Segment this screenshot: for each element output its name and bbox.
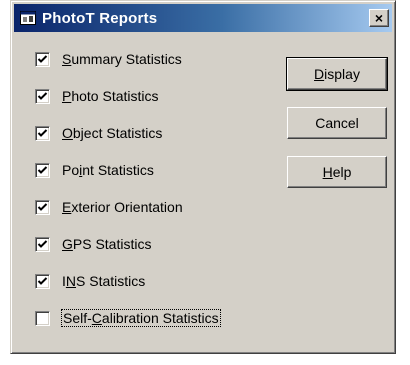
option-label: Point Statistics <box>62 162 154 178</box>
checkbox-self-calibration-statistics[interactable] <box>35 310 50 326</box>
checkbox-point-statistics[interactable] <box>35 162 50 178</box>
checkbox-photo-statistics[interactable] <box>35 88 50 104</box>
check-mark-icon <box>37 239 48 248</box>
option-point-statistics[interactable]: Point Statistics <box>35 159 154 181</box>
option-ins-statistics[interactable]: INS Statistics <box>35 270 145 292</box>
display-button[interactable]: Display <box>286 57 388 91</box>
photot-reports-dialog: PhotoT Reports × Summary Statistics Phot… <box>10 0 396 354</box>
check-mark-icon <box>37 54 48 63</box>
check-mark-icon <box>37 202 48 211</box>
option-label: INS Statistics <box>62 273 146 289</box>
option-label: Summary Statistics <box>62 51 182 67</box>
option-photo-statistics[interactable]: Photo Statistics <box>35 85 159 107</box>
option-object-statistics[interactable]: Object Statistics <box>35 122 162 144</box>
title-bar[interactable]: PhotoT Reports × <box>14 4 392 32</box>
window-title: PhotoT Reports <box>42 9 158 27</box>
option-label: Object Statistics <box>62 125 163 141</box>
checkbox-summary-statistics[interactable] <box>35 51 50 67</box>
check-mark-icon <box>37 128 48 137</box>
check-mark-icon <box>37 276 48 285</box>
option-label: Exterior Orientation <box>62 199 183 215</box>
help-button-label: Help <box>322 164 352 180</box>
checkbox-gps-statistics[interactable] <box>35 236 50 252</box>
checkbox-exterior-orientation[interactable] <box>35 199 50 215</box>
display-button-label: Display <box>314 66 360 82</box>
option-exterior-orientation[interactable]: Exterior Orientation <box>35 196 183 218</box>
close-button[interactable]: × <box>369 9 389 27</box>
app-window-icon <box>20 11 36 25</box>
check-mark-icon <box>37 165 48 174</box>
option-label: Photo Statistics <box>62 88 159 104</box>
cancel-button[interactable]: Cancel <box>287 107 387 139</box>
option-label: Self-Calibration Statistics <box>61 309 221 327</box>
option-label: GPS Statistics <box>62 236 152 252</box>
close-icon: × <box>374 10 384 26</box>
checkbox-object-statistics[interactable] <box>35 125 50 141</box>
option-summary-statistics[interactable]: Summary Statistics <box>35 48 182 70</box>
option-gps-statistics[interactable]: GPS Statistics <box>35 233 151 255</box>
option-self-calibration-statistics[interactable]: Self-Calibration Statistics <box>35 307 221 329</box>
checkbox-ins-statistics[interactable] <box>35 273 50 289</box>
help-button[interactable]: Help <box>287 156 387 188</box>
cancel-button-label: Cancel <box>315 115 359 131</box>
check-mark-icon <box>37 91 48 100</box>
